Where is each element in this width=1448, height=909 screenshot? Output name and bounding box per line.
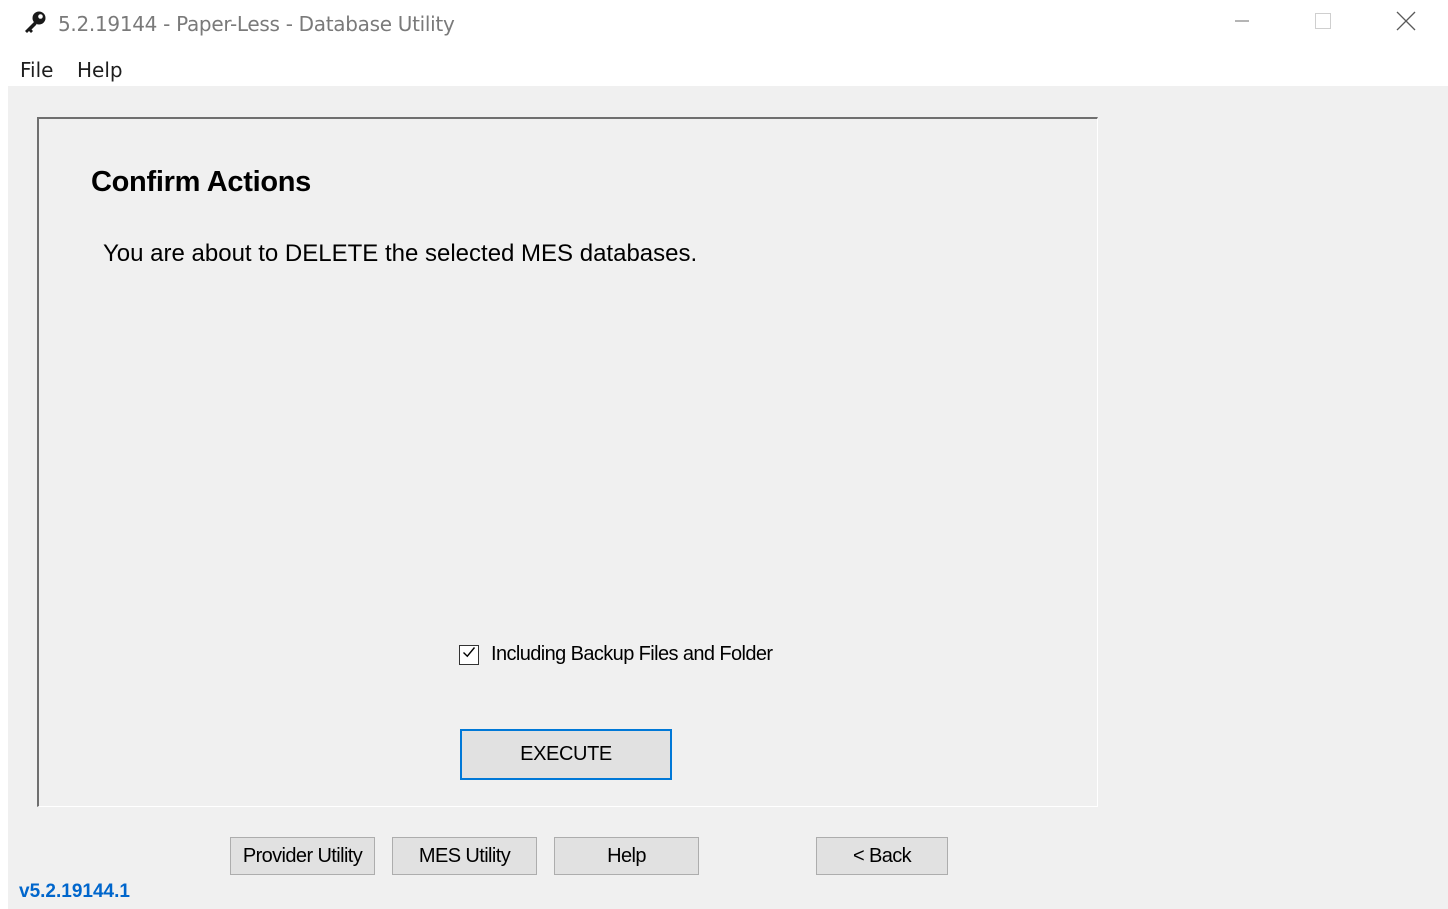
execute-button[interactable]: EXECUTE — [460, 729, 672, 780]
menu-item-file[interactable]: File — [20, 58, 53, 82]
checkbox-box[interactable] — [459, 644, 479, 665]
checkmark-icon — [461, 644, 477, 665]
delete-warning-message: You are about to DELETE the selected MES… — [103, 240, 698, 267]
menu-bar: File Help — [0, 54, 1448, 86]
minimize-button[interactable] — [1212, 0, 1272, 46]
menu-item-help[interactable]: Help — [77, 58, 123, 82]
client-area: Confirm Actions You are about to DELETE … — [8, 86, 1448, 909]
minimize-icon — [1234, 13, 1250, 34]
maximize-icon — [1314, 12, 1332, 35]
window-title: 5.2.19144 - Paper-Less - Database Utilit… — [58, 12, 455, 36]
close-button[interactable] — [1376, 0, 1436, 46]
maximize-button[interactable] — [1293, 0, 1353, 46]
provider-utility-button[interactable]: Provider Utility — [230, 837, 375, 875]
panel-title: Confirm Actions — [91, 166, 311, 198]
back-button[interactable]: < Back — [816, 837, 948, 875]
help-button[interactable]: Help — [554, 837, 699, 875]
app-window: 5.2.19144 - Paper-Less - Database Utilit… — [0, 0, 1448, 909]
key-wrench-icon — [22, 10, 48, 36]
mes-utility-button[interactable]: MES Utility — [392, 837, 537, 875]
close-icon — [1396, 11, 1416, 36]
version-label: v5.2.19144.1 — [19, 881, 130, 902]
title-bar: 5.2.19144 - Paper-Less - Database Utilit… — [0, 0, 1448, 48]
confirm-actions-panel: Confirm Actions You are about to DELETE … — [37, 117, 1098, 807]
checkbox-label: Including Backup Files and Folder — [491, 643, 773, 665]
include-backup-checkbox[interactable]: Including Backup Files and Folder — [459, 643, 773, 666]
